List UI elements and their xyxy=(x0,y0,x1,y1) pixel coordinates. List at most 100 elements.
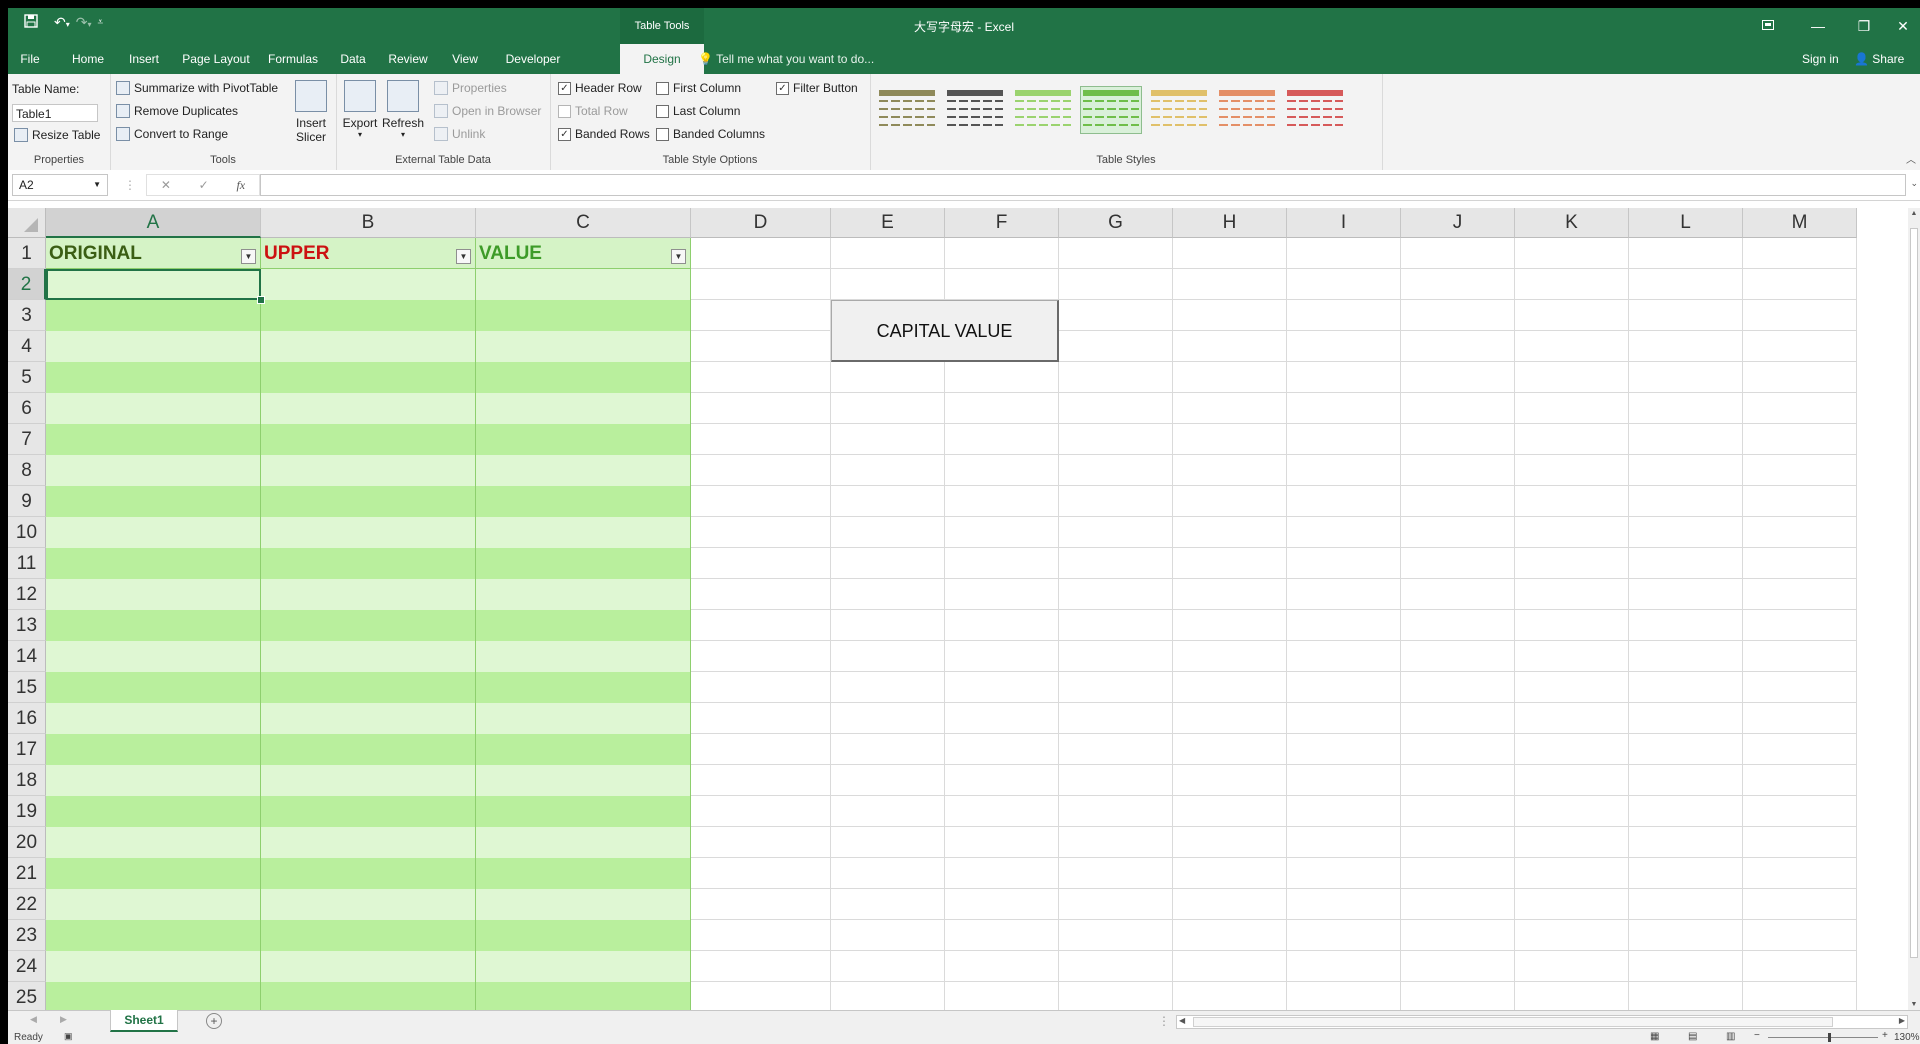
grid-cell[interactable] xyxy=(945,486,1059,517)
grid-cell[interactable] xyxy=(1743,424,1857,455)
grid-cell[interactable] xyxy=(1173,982,1287,1010)
grid-cell[interactable] xyxy=(1401,269,1515,300)
grid-cell[interactable] xyxy=(831,238,945,269)
grid-cell[interactable] xyxy=(691,703,831,734)
grid-cell[interactable] xyxy=(945,858,1059,889)
formula-input[interactable] xyxy=(260,174,1906,196)
grid-cell[interactable] xyxy=(1059,703,1173,734)
name-box[interactable]: A2 ▼ xyxy=(12,174,108,196)
column-header-j[interactable]: J xyxy=(1401,208,1515,238)
grid-cell[interactable] xyxy=(691,300,831,331)
grid-cell[interactable] xyxy=(1629,269,1743,300)
table-cell[interactable] xyxy=(46,703,261,734)
grid-cell[interactable] xyxy=(1515,951,1629,982)
grid-cell[interactable] xyxy=(1401,641,1515,672)
grid-cell[interactable] xyxy=(1515,703,1629,734)
table-cell[interactable] xyxy=(261,579,476,610)
grid-cell[interactable] xyxy=(1287,579,1401,610)
grid-cell[interactable] xyxy=(1173,641,1287,672)
grid-cell[interactable] xyxy=(1059,269,1173,300)
grid-cell[interactable] xyxy=(1059,331,1173,362)
grid-cell[interactable] xyxy=(1173,703,1287,734)
column-header-l[interactable]: L xyxy=(1629,208,1743,238)
grid-cell[interactable] xyxy=(1401,610,1515,641)
table-style-swatch[interactable] xyxy=(1012,86,1074,134)
grid-cell[interactable] xyxy=(1629,920,1743,951)
grid-cell[interactable] xyxy=(1287,238,1401,269)
table-header-original[interactable]: ORIGINAL ▼ xyxy=(46,238,261,269)
grid-cell[interactable] xyxy=(1287,641,1401,672)
table-cell[interactable] xyxy=(46,486,261,517)
table-cell[interactable] xyxy=(46,362,261,393)
table-cell[interactable] xyxy=(261,393,476,424)
grid-cell[interactable] xyxy=(1287,734,1401,765)
table-cell[interactable] xyxy=(261,517,476,548)
column-header-g[interactable]: G xyxy=(1059,208,1173,238)
grid-cell[interactable] xyxy=(1173,424,1287,455)
grid-cell[interactable] xyxy=(1173,393,1287,424)
row-header-24[interactable]: 24 xyxy=(8,951,46,982)
grid-cell[interactable] xyxy=(1401,734,1515,765)
grid-cell[interactable] xyxy=(1629,486,1743,517)
grid-cell[interactable] xyxy=(691,331,831,362)
grid-cell[interactable] xyxy=(1629,827,1743,858)
grid-cell[interactable] xyxy=(1515,362,1629,393)
table-cell[interactable] xyxy=(476,424,691,455)
grid-cell[interactable] xyxy=(945,579,1059,610)
row-header-6[interactable]: 6 xyxy=(8,393,46,424)
grid-cell[interactable] xyxy=(1515,796,1629,827)
grid-cell[interactable] xyxy=(1173,734,1287,765)
banded-rows-checkbox[interactable]: ✓ Banded Rows xyxy=(558,127,650,141)
grid-cell[interactable] xyxy=(1515,393,1629,424)
table-cell[interactable] xyxy=(261,548,476,579)
grid-cell[interactable] xyxy=(1173,362,1287,393)
row-header-10[interactable]: 10 xyxy=(8,517,46,548)
grid-cell[interactable] xyxy=(831,641,945,672)
scroll-left-icon[interactable]: ◀ xyxy=(1179,1016,1185,1025)
grid-cell[interactable] xyxy=(691,641,831,672)
insert-slicer-button[interactable]: Insert Slicer xyxy=(288,80,334,144)
grid-cell[interactable] xyxy=(1743,889,1857,920)
table-cell[interactable] xyxy=(46,765,261,796)
grid-cell[interactable] xyxy=(945,548,1059,579)
grid-cell[interactable] xyxy=(1173,331,1287,362)
grid-cell[interactable] xyxy=(831,517,945,548)
grid-cell[interactable] xyxy=(1059,858,1173,889)
grid-cell[interactable] xyxy=(1173,889,1287,920)
tell-me-box[interactable]: 💡 Tell me what you want to do... xyxy=(698,44,874,74)
grid-cell[interactable] xyxy=(1629,238,1743,269)
grid-cell[interactable] xyxy=(1629,734,1743,765)
remove-duplicates-button[interactable]: Remove Duplicates xyxy=(116,104,238,118)
grid-cell[interactable] xyxy=(831,672,945,703)
table-cell[interactable] xyxy=(261,424,476,455)
grid-cell[interactable] xyxy=(1629,300,1743,331)
grid-cell[interactable] xyxy=(945,951,1059,982)
grid-cell[interactable] xyxy=(691,424,831,455)
table-cell[interactable] xyxy=(476,734,691,765)
grid-cell[interactable] xyxy=(1059,548,1173,579)
table-cell[interactable] xyxy=(261,796,476,827)
table-name-input[interactable]: Table1 xyxy=(12,104,98,122)
table-header-value[interactable]: VALUE ▼ xyxy=(476,238,691,269)
grid-cell[interactable] xyxy=(1629,982,1743,1010)
grid-cell[interactable] xyxy=(1287,610,1401,641)
grid-cell[interactable] xyxy=(1287,517,1401,548)
grid-cell[interactable] xyxy=(1743,269,1857,300)
grid-cell[interactable] xyxy=(691,548,831,579)
table-cell[interactable] xyxy=(476,362,691,393)
grid-cell[interactable] xyxy=(1629,672,1743,703)
normal-view-icon[interactable]: ▦ xyxy=(1650,1031,1659,1042)
row-header-14[interactable]: 14 xyxy=(8,641,46,672)
resize-table-button[interactable]: Resize Table xyxy=(14,128,100,142)
grid-cell[interactable] xyxy=(1515,579,1629,610)
grid-cell[interactable] xyxy=(691,672,831,703)
grid-cell[interactable] xyxy=(691,610,831,641)
grid-cell[interactable] xyxy=(1515,889,1629,920)
grid-cell[interactable] xyxy=(945,672,1059,703)
table-cell[interactable] xyxy=(476,548,691,579)
row-header-7[interactable]: 7 xyxy=(8,424,46,455)
table-cell[interactable] xyxy=(261,734,476,765)
grid-cell[interactable] xyxy=(1059,920,1173,951)
grid-cell[interactable] xyxy=(1287,920,1401,951)
table-style-swatch[interactable] xyxy=(1216,86,1278,134)
